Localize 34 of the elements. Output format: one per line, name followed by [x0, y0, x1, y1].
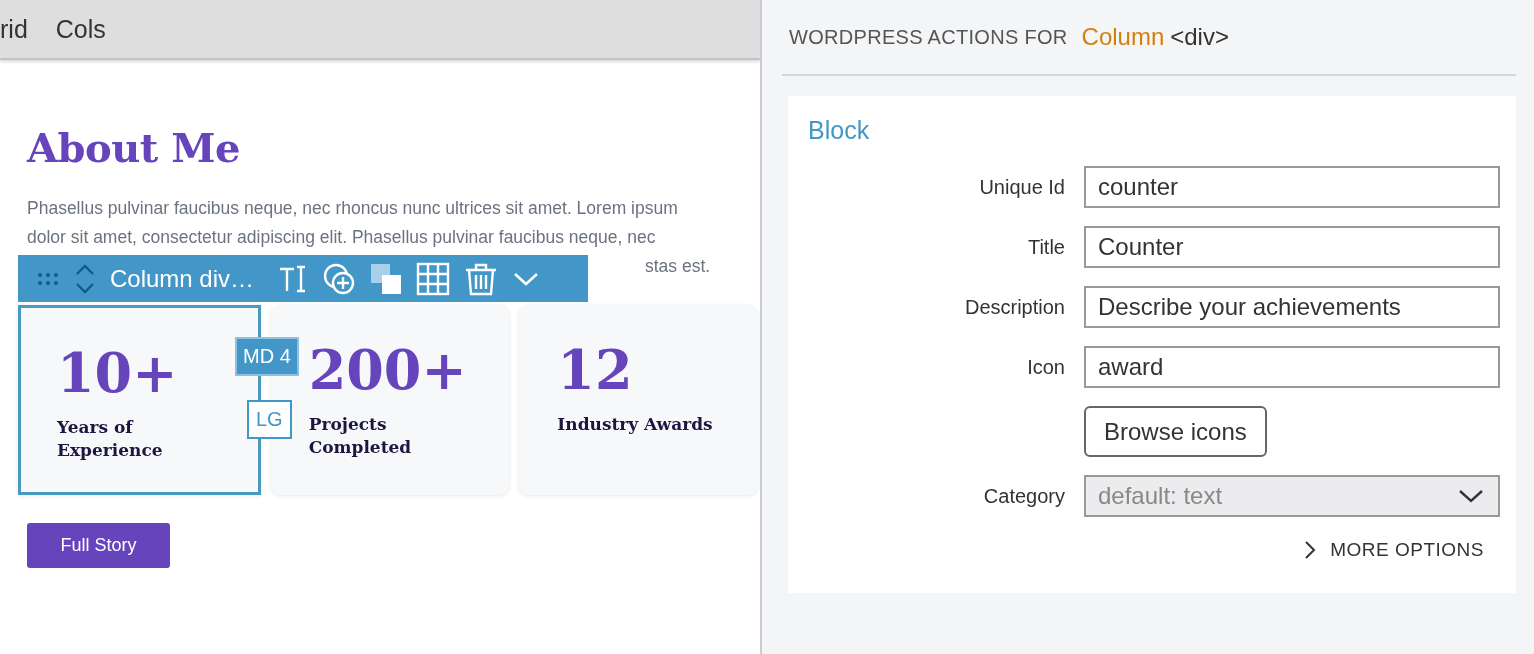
counter-caption: Projects Completed: [308, 413, 413, 459]
menu-item[interactable]: rid: [0, 14, 28, 44]
page-heading: About Me: [27, 124, 241, 173]
text-field[interactable]: Describe your achievements: [1084, 286, 1500, 328]
field-label: Unique Id: [978, 175, 1065, 199]
counter-caption: Years of Experience: [57, 416, 164, 462]
more-options-link[interactable]: MORE OPTIONS: [808, 539, 1500, 561]
paragraph-fragment: stas est.: [645, 256, 711, 276]
counter-value: 200+: [308, 339, 468, 401]
trash-icon[interactable]: [464, 261, 499, 296]
counter-caption: Industry Awards: [557, 413, 714, 436]
chevron-down-icon: [1458, 488, 1484, 504]
full-story-button[interactable]: Full Story: [27, 523, 170, 568]
grid-icon[interactable]: [416, 261, 451, 296]
element-tag: <div>: [1170, 23, 1229, 51]
field-label: Title: [1026, 235, 1065, 259]
element-name: Column: [1081, 23, 1165, 51]
overlapping-squares-icon[interactable]: [370, 262, 403, 295]
field-label: Description: [963, 295, 1065, 319]
counter-value: 12: [557, 339, 634, 401]
counter-card[interactable]: 12 Industry Awards: [519, 305, 758, 495]
block-label: Column div…: [110, 264, 255, 293]
text-field[interactable]: award: [1084, 346, 1500, 388]
add-circle-icon[interactable]: [322, 261, 357, 296]
panel-title: WORDPRESS ACTIONS FOR: [789, 25, 1068, 49]
text-field[interactable]: counter: [1084, 166, 1500, 208]
field-label: Category: [982, 484, 1065, 508]
menu-item[interactable]: Cols: [55, 14, 106, 44]
section-title: Block: [808, 116, 871, 146]
field-label: Icon: [1026, 355, 1065, 379]
text-field[interactable]: Counter: [1084, 226, 1500, 268]
drag-handle-icon[interactable]: [36, 271, 60, 286]
chevron-right-icon: [1304, 540, 1317, 560]
browse-icons-button[interactable]: Browse icons: [1084, 406, 1267, 457]
